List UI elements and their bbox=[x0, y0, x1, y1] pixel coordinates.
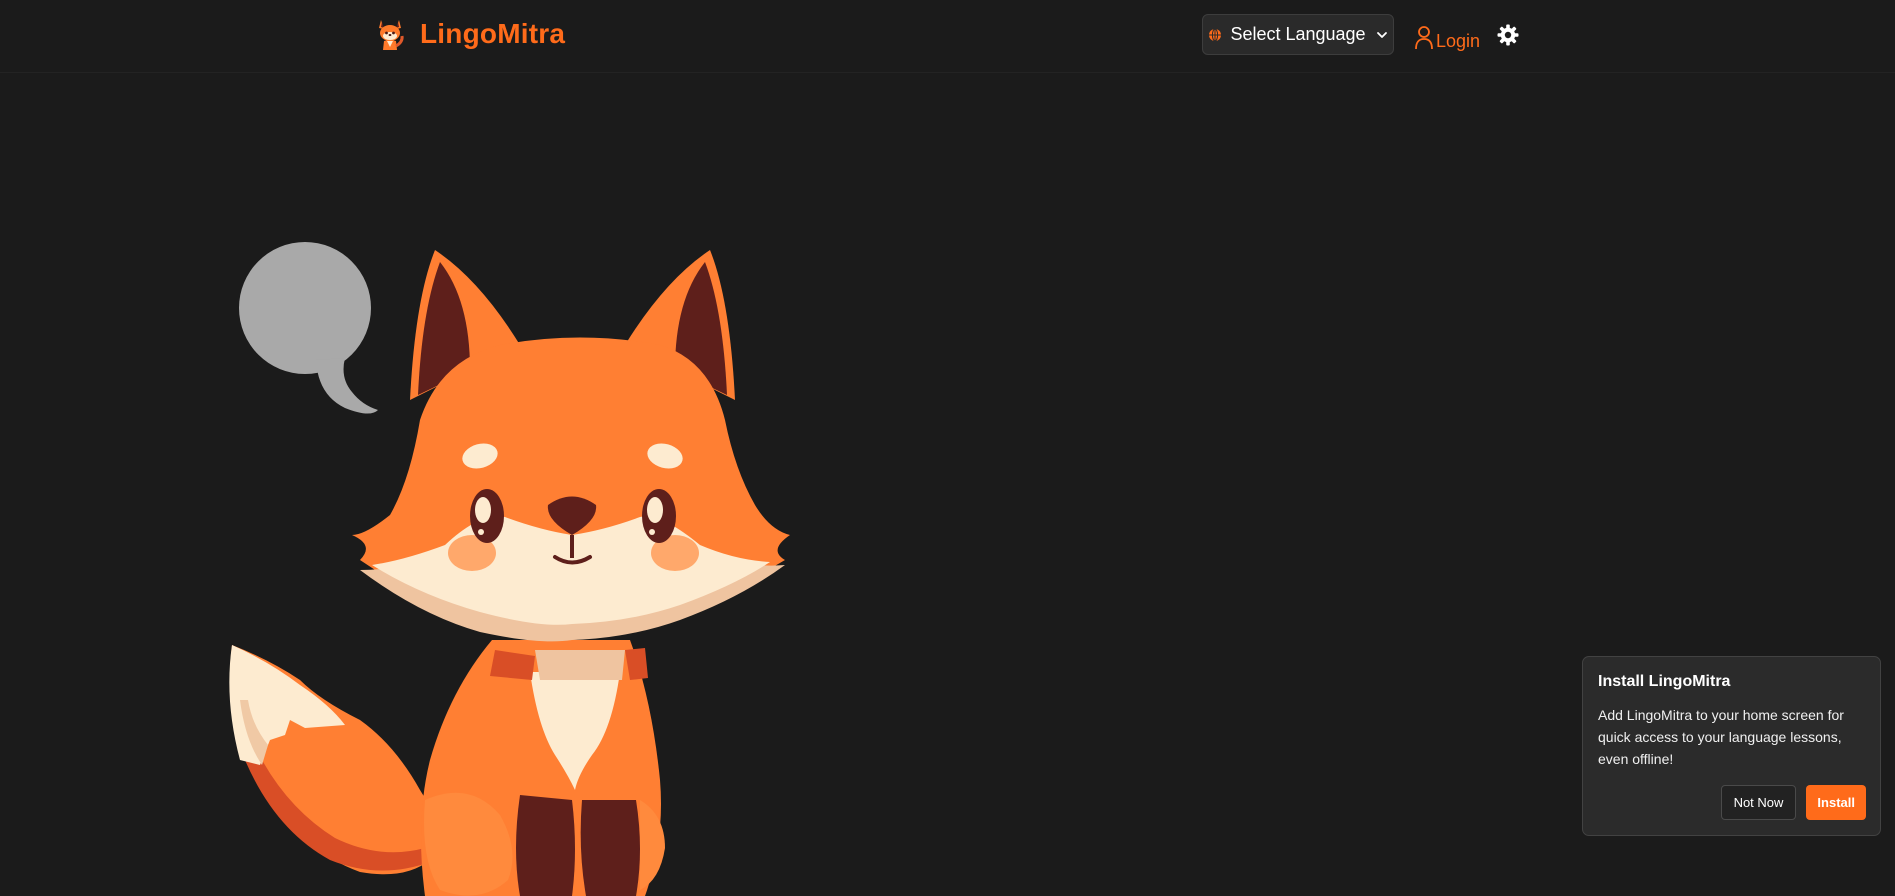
chevron-down-icon bbox=[1376, 31, 1387, 38]
top-navbar: LingoMitra Select Language Login bbox=[0, 0, 1895, 73]
page: LingoMitra Select Language Login Install… bbox=[0, 0, 1895, 896]
brand[interactable]: LingoMitra bbox=[374, 12, 565, 56]
language-select-button[interactable]: Select Language bbox=[1202, 14, 1394, 55]
user-icon bbox=[1415, 26, 1433, 50]
install-prompt-actions: Not Now Install bbox=[1720, 785, 1866, 820]
fox-mascot-illustration bbox=[229, 242, 790, 896]
fox-head bbox=[352, 250, 790, 642]
login-label: Login bbox=[1436, 31, 1481, 51]
install-prompt-title: Install LingoMitra bbox=[1598, 673, 1731, 690]
fox-logo-icon bbox=[379, 20, 404, 50]
gear-icon[interactable] bbox=[1497, 24, 1519, 46]
install-button[interactable]: Install bbox=[1806, 785, 1866, 820]
fox-tail bbox=[229, 645, 434, 875]
speech-bubble bbox=[239, 242, 378, 414]
not-now-button[interactable]: Not Now bbox=[1720, 785, 1797, 820]
install-prompt: Install LingoMitra Add LingoMitra to you… bbox=[1582, 656, 1881, 836]
language-select-label: Select Language bbox=[1230, 24, 1366, 44]
login-link[interactable]: Login bbox=[1414, 18, 1480, 52]
brand-name: LingoMitra bbox=[420, 18, 566, 49]
globe-icon bbox=[1209, 28, 1222, 41]
fox-body bbox=[421, 640, 665, 896]
install-prompt-body: Add LingoMitra to your home screen for q… bbox=[1598, 707, 1844, 767]
